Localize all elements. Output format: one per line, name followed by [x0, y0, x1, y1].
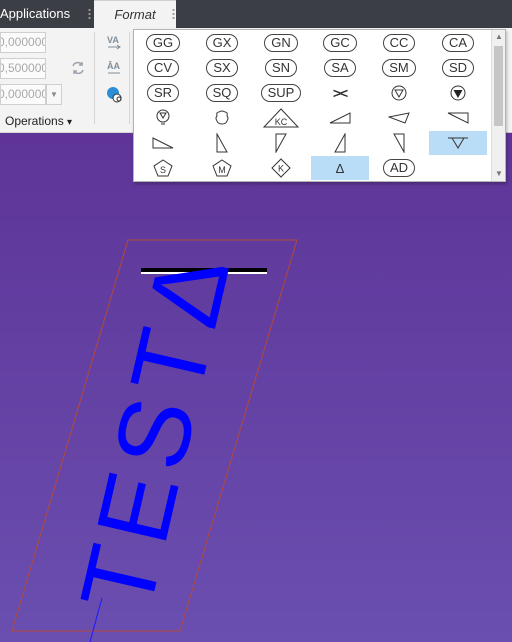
symbol-label: SR — [146, 84, 180, 102]
scrollbar-thumb[interactable] — [494, 46, 503, 126]
symbol-delta[interactable]: Δ — [311, 156, 369, 180]
scroll-up-arrow-icon[interactable]: ▲ — [492, 30, 505, 44]
symbol-bulb-icon[interactable] — [134, 106, 192, 130]
symbol-drop-icon[interactable] — [370, 131, 428, 155]
symbol-wedge-icon[interactable] — [429, 106, 487, 130]
text-spacing-icon[interactable]: VA — [106, 34, 122, 50]
symbol-label: >< — [332, 85, 348, 101]
symbol-pentagon-s[interactable]: S — [134, 156, 192, 180]
svg-text:ĀA: ĀA — [107, 61, 120, 71]
symbol-label: GC — [323, 34, 357, 52]
svg-text:VA: VA — [107, 35, 119, 45]
palette-scrollbar[interactable]: ▲ ▼ — [491, 30, 505, 181]
scroll-down-arrow-icon[interactable]: ▼ — [492, 167, 505, 181]
symbol-gn[interactable]: GN — [252, 31, 310, 55]
symbol-sr[interactable]: SR — [134, 81, 192, 105]
symbol-sm[interactable]: SM — [370, 56, 428, 80]
offset-y-field[interactable]: 0,500000 — [0, 58, 46, 79]
symbol-sup[interactable]: SUP — [252, 81, 310, 105]
symbol-statistical-icon[interactable] — [193, 106, 251, 130]
symbol-incline-icon[interactable] — [311, 131, 369, 155]
symbol-pentagon-m[interactable]: M — [193, 156, 251, 180]
symbol-label: S — [160, 165, 166, 175]
symbol-sa[interactable]: SA — [311, 56, 369, 80]
tab-separator-grip — [172, 8, 175, 20]
symbol-label: Δ — [335, 160, 345, 176]
symbol-label: KC — [275, 117, 288, 127]
symbol-palette: GG GX GN GC CC CA CV SX SN SA SM SD SR S… — [133, 29, 506, 182]
symbol-flat-taper-icon[interactable] — [429, 131, 487, 155]
tab-separator-grip — [88, 8, 91, 20]
drawing-canvas[interactable]: TESTΔ — [0, 133, 512, 642]
symbol-gx[interactable]: GX — [193, 31, 251, 55]
symbol-filled-triangle-icon[interactable] — [429, 81, 487, 105]
symbol-key-characteristic[interactable]: KC — [252, 106, 310, 130]
symbol-label: SUP — [260, 84, 302, 102]
chevron-down-icon: ▾ — [67, 117, 73, 128]
tab-applications[interactable]: Applications — [0, 0, 88, 28]
symbol-label: K — [278, 164, 284, 174]
symbol-label: SN — [264, 59, 298, 77]
symbol-gc[interactable]: GC — [311, 31, 369, 55]
symbol-label: SM — [382, 59, 416, 77]
angle-dropdown-arrow[interactable]: ▼ — [46, 84, 62, 105]
symbol-ramp-icon[interactable] — [134, 131, 192, 155]
symbol-label: CC — [382, 34, 416, 52]
symbol-label: GG — [145, 34, 181, 52]
symbol-label: SQ — [205, 84, 239, 102]
symbol-label: M — [218, 165, 226, 175]
operations-label: Operations — [5, 114, 64, 128]
symbol-taper-icon[interactable] — [370, 106, 428, 130]
symbol-label: AD — [382, 159, 416, 177]
symbol-draft-icon[interactable] — [252, 131, 310, 155]
link-globe-icon[interactable] — [106, 86, 122, 103]
symbol-all-around-icon[interactable] — [370, 81, 428, 105]
symbol-sd[interactable]: SD — [429, 56, 487, 80]
operations-group-menu[interactable]: Operations ▾ — [5, 114, 72, 128]
symbol-ca[interactable]: CA — [429, 31, 487, 55]
symbol-cv[interactable]: CV — [134, 56, 192, 80]
symbol-label: SX — [206, 59, 238, 77]
offset-x-field[interactable]: 0,000000 — [0, 32, 46, 53]
symbol-sx[interactable]: SX — [193, 56, 251, 80]
text-mirror-icon[interactable]: ĀA — [106, 60, 122, 76]
symbol-sn[interactable]: SN — [252, 56, 310, 80]
symbol-sq[interactable]: SQ — [193, 81, 251, 105]
symbol-slope-icon[interactable] — [311, 106, 369, 130]
symbol-label: GN — [264, 34, 298, 52]
ribbon-divider — [94, 32, 95, 124]
tab-format[interactable]: Format — [94, 0, 176, 31]
angle-field[interactable]: 0,000000 — [0, 84, 46, 105]
symbol-gg[interactable]: GG — [134, 31, 192, 55]
symbol-label: GX — [205, 34, 239, 52]
symbol-label: CA — [441, 34, 475, 52]
swap-arrows-icon[interactable] — [70, 60, 86, 76]
symbol-label: SA — [324, 59, 356, 77]
symbol-cc[interactable]: CC — [370, 31, 428, 55]
symbol-label: CV — [146, 59, 180, 77]
symbol-right-triangle-icon[interactable] — [193, 131, 251, 155]
symbol-diamond-k[interactable]: K — [252, 156, 310, 180]
ribbon-tab-bar: Applications Format — [0, 0, 512, 31]
symbol-label: SD — [441, 59, 475, 77]
ribbon-divider — [129, 32, 130, 124]
symbol-between[interactable]: >< — [311, 81, 369, 105]
symbol-ad[interactable]: AD — [370, 156, 428, 180]
